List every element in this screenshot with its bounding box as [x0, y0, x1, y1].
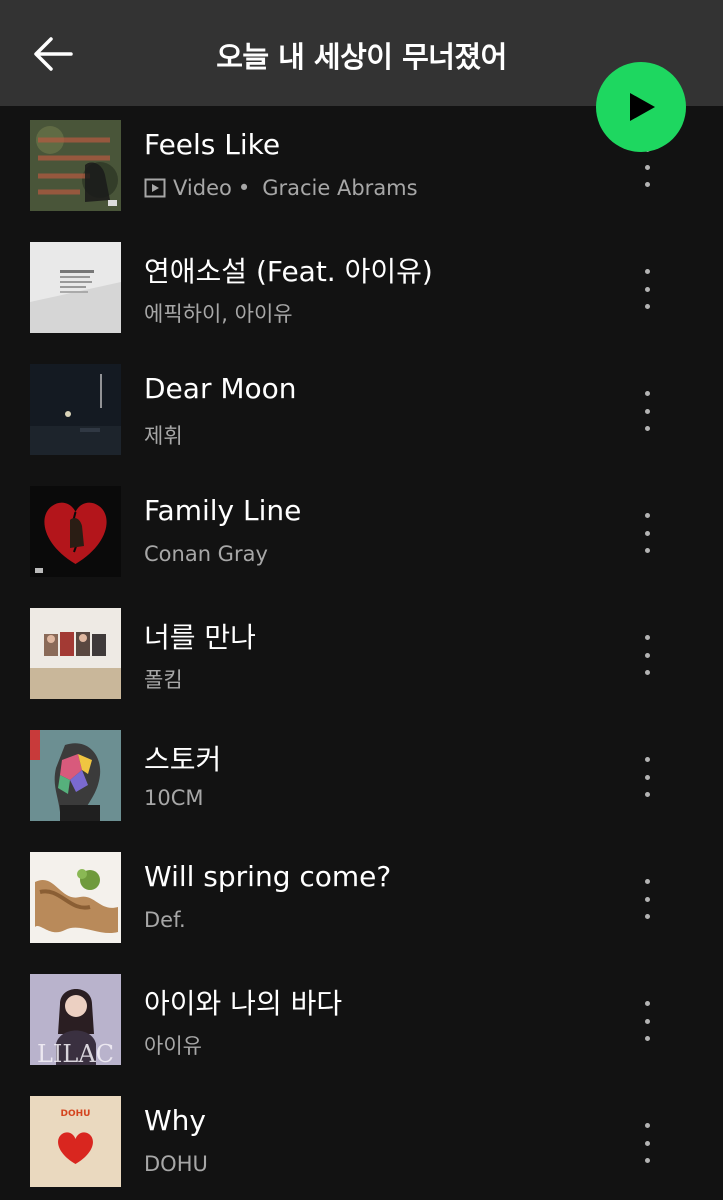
track-row[interactable]: 연애소설 (Feat. 아이유) 에픽하이, 아이유	[0, 228, 723, 350]
track-artist: 10CM	[144, 786, 204, 810]
album-art-dohu: DOHU	[30, 1096, 121, 1187]
track-list: Feels Like Video • Gracie Abrams 연애소설 (F…	[0, 106, 723, 1200]
album-art-def	[30, 852, 121, 943]
album-art-paul-kim	[30, 608, 121, 699]
track-row[interactable]: Family Line Conan Gray	[0, 472, 723, 594]
track-artist: 폴킴	[144, 668, 183, 692]
play-icon	[630, 93, 655, 121]
album-art-text: DOHU	[61, 1109, 91, 1119]
separator-dot: •	[237, 176, 251, 200]
track-title: 아이와 나의 바다	[144, 987, 343, 1020]
album-art-text: LILAC	[37, 1040, 114, 1065]
track-title: Family Line	[144, 494, 302, 527]
track-title: Dear Moon	[144, 372, 297, 405]
track-title: 연애소설 (Feat. 아이유)	[144, 255, 433, 288]
more-options-button[interactable]	[632, 1118, 662, 1168]
track-row[interactable]: 스토커 10CM	[0, 716, 723, 838]
track-subtitle: Video • Gracie Abrams	[144, 176, 418, 200]
album-art-dear-moon	[30, 364, 121, 455]
album-art-10cm	[30, 730, 121, 821]
more-options-button[interactable]	[632, 508, 662, 558]
more-options-button[interactable]	[632, 264, 662, 314]
more-options-button[interactable]	[632, 386, 662, 436]
track-title: Why	[144, 1104, 207, 1137]
track-artist: DOHU	[144, 1152, 208, 1176]
more-options-button[interactable]	[632, 630, 662, 680]
album-art-family-line	[30, 486, 121, 577]
track-artist: Def.	[144, 908, 186, 932]
play-button[interactable]	[596, 62, 686, 152]
track-title: 스토커	[144, 743, 222, 776]
track-artist: 제휘	[144, 424, 183, 448]
track-artist: Conan Gray	[144, 542, 268, 566]
more-options-button[interactable]	[632, 996, 662, 1046]
more-options-button[interactable]	[632, 874, 662, 924]
track-row[interactable]: Will spring come? Def.	[0, 838, 723, 960]
track-title: 너를 만나	[144, 621, 256, 654]
track-title: Will spring come?	[144, 860, 392, 893]
more-options-button[interactable]	[632, 752, 662, 802]
video-icon	[144, 178, 166, 198]
track-artist: 아이유	[144, 1034, 202, 1058]
track-row[interactable]: Dear Moon 제휘	[0, 350, 723, 472]
album-art-lilac: LILAC	[30, 974, 121, 1065]
album-art-epik-high	[30, 242, 121, 333]
track-artist: Gracie Abrams	[262, 176, 418, 200]
track-row[interactable]: LILAC 아이와 나의 바다 아이유	[0, 960, 723, 1082]
track-row[interactable]: 너를 만나 폴킴	[0, 594, 723, 716]
track-type: Video	[173, 176, 232, 200]
track-artist: 에픽하이, 아이유	[144, 302, 293, 326]
album-art-feels-like	[30, 120, 121, 211]
track-title: Feels Like	[144, 128, 281, 161]
track-row[interactable]: DOHU Why DOHU	[0, 1082, 723, 1200]
